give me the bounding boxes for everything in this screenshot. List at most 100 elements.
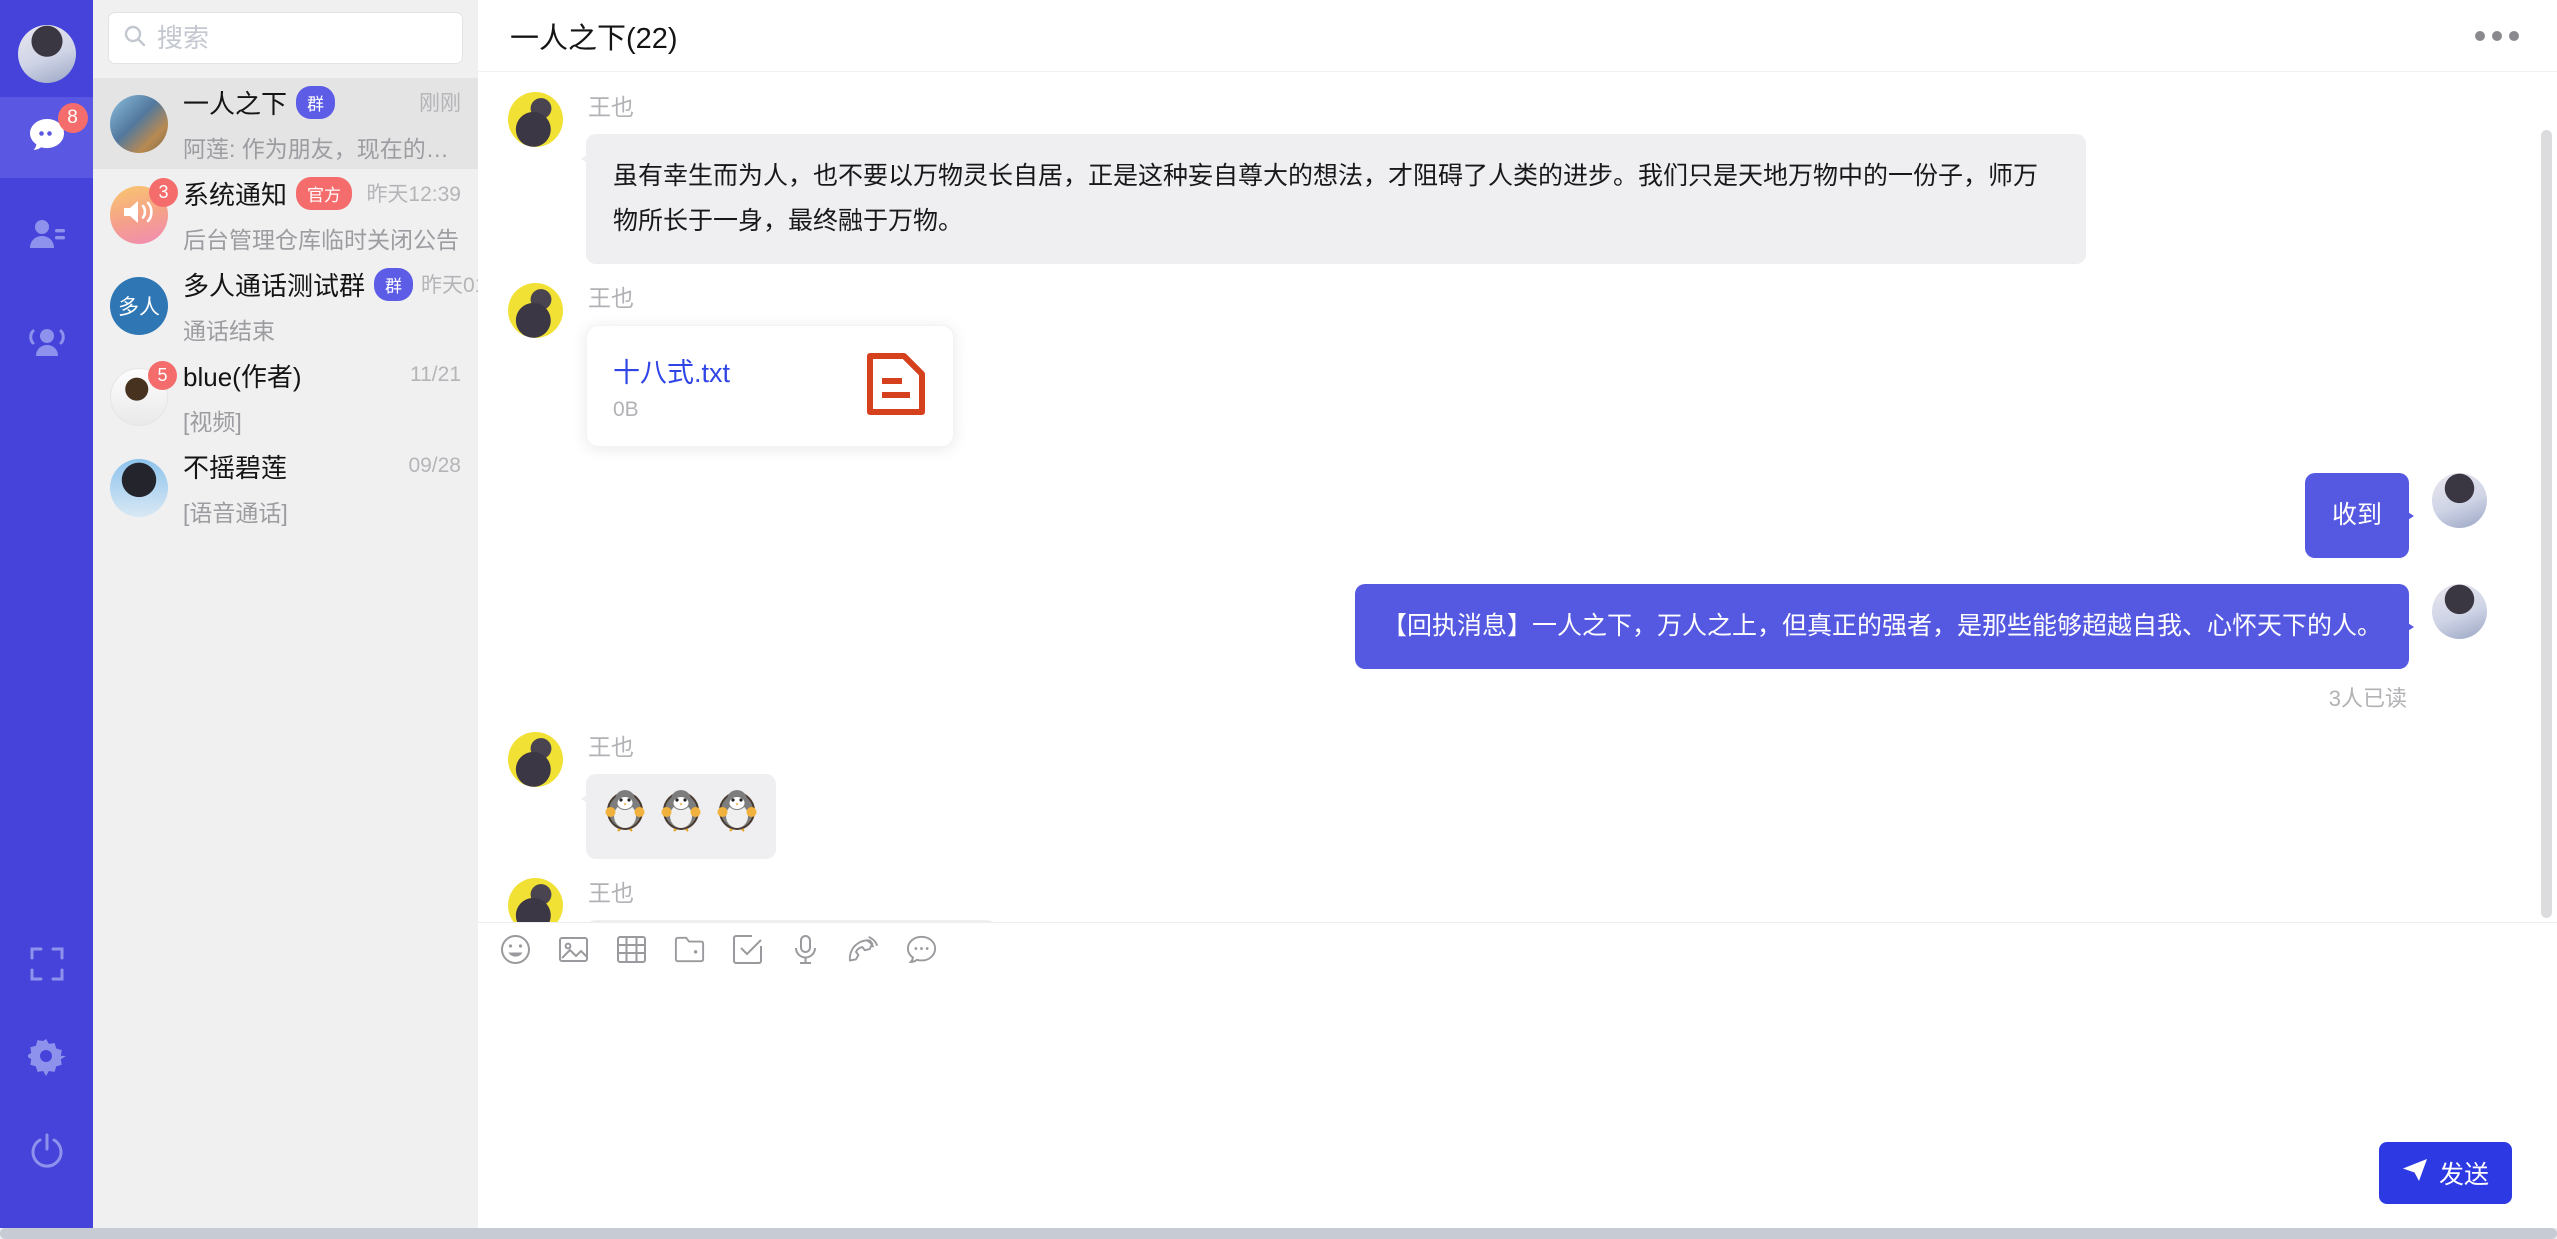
self-avatar[interactable] xyxy=(2432,473,2487,528)
message-list: 王也 虽有幸生而为人，也不要以万物灵长自居，正是这种妄自尊大的想法，才阻碍了人类… xyxy=(478,72,2557,922)
nav-fullscreen[interactable] xyxy=(0,927,93,1006)
search-icon xyxy=(123,24,147,53)
message-row: 王也 十八式.txt 0B xyxy=(508,279,2487,447)
main-layout: 8 xyxy=(0,0,2557,1228)
nav-rail: 8 xyxy=(0,0,93,1228)
image-button[interactable] xyxy=(558,934,589,965)
wangye-avatar[interactable] xyxy=(508,732,563,787)
conversation-time: 刚刚 xyxy=(411,87,461,117)
speaker-icon xyxy=(122,197,156,232)
sender-name: 王也 xyxy=(588,874,997,908)
nav-settings[interactable] xyxy=(0,1018,93,1101)
conversation-title: 一人之下 xyxy=(183,84,287,121)
text-file-icon xyxy=(865,351,927,422)
fullscreen-icon xyxy=(30,947,64,986)
conversation-item[interactable]: 3 系统通知 官方 昨天12:39 后台管理仓库临时关闭公告 xyxy=(93,169,478,260)
conversation-title: 多人通话测试群 xyxy=(183,266,365,303)
sender-name: 王也 xyxy=(588,728,776,762)
conversation-preview: [语音通话] xyxy=(183,494,461,528)
penguin-sticker xyxy=(602,786,648,847)
conversation-item[interactable]: 一人之下 群 刚刚 阿莲: 作为朋友，现在的我没法... xyxy=(93,78,478,169)
screenshot-button[interactable] xyxy=(732,934,763,965)
chat-title: 一人之下(22) xyxy=(510,15,678,57)
power-icon xyxy=(29,1133,65,1174)
conversation-title: blue(作者) xyxy=(183,357,301,394)
gear-icon xyxy=(28,1038,66,1081)
nav-group-chats[interactable] xyxy=(0,303,93,384)
unread-badge: 5 xyxy=(148,361,177,390)
avatar-text: 多人 xyxy=(118,291,160,321)
message-input[interactable] xyxy=(478,976,2557,1136)
unread-badge: 3 xyxy=(149,178,178,207)
official-badge: 官方 xyxy=(296,177,352,210)
contacts-icon xyxy=(27,216,67,257)
conversation-time: 11/21 xyxy=(402,363,461,387)
conversation-time: 09/28 xyxy=(400,454,461,478)
composer-toolbar xyxy=(478,922,2557,976)
conversation-preview: 通话结束 xyxy=(183,312,461,346)
send-label: 发送 xyxy=(2439,1155,2489,1191)
voice-button[interactable] xyxy=(790,934,821,965)
composer-area: 发送 xyxy=(478,976,2557,1228)
buyaobilian-avatar xyxy=(110,459,168,517)
group-badge: 群 xyxy=(296,86,335,119)
chat-record-button[interactable] xyxy=(906,934,937,965)
message-bubble-own[interactable]: 收到 xyxy=(2305,473,2409,558)
search-box[interactable] xyxy=(108,12,463,64)
chat-panel: 一人之下(22) 王也 虽有幸生而为人，也不要以万物灵长自居，正是这种妄自尊大的… xyxy=(478,0,2557,1228)
conversation-item[interactable]: 不摇碧莲 09/28 [语音通话] xyxy=(93,442,478,533)
read-receipt: 3人已读 xyxy=(2329,681,2407,713)
horizontal-scrollbar[interactable] xyxy=(0,1228,2557,1239)
conversation-preview: [视频] xyxy=(183,403,461,437)
group-avatar xyxy=(110,95,168,153)
messages-scrollbar[interactable] xyxy=(2541,130,2552,918)
sender-name: 王也 xyxy=(588,279,954,313)
user-avatar[interactable] xyxy=(18,25,76,83)
conversation-item[interactable]: 5 blue(作者) 11/21 [视频] xyxy=(93,351,478,442)
file-message-card[interactable]: 十八式.txt 0B xyxy=(586,325,954,447)
message-row: 王也 xyxy=(508,728,2487,859)
wangye-avatar[interactable] xyxy=(508,92,563,147)
emoji-button[interactable] xyxy=(500,934,531,965)
call-button[interactable] xyxy=(848,934,879,965)
message-row-own: 收到 xyxy=(508,473,2487,558)
conversation-title: 系统通知 xyxy=(183,175,287,212)
wangye-avatar[interactable] xyxy=(508,878,563,922)
file-button[interactable] xyxy=(674,934,705,965)
system-notice-avatar: 3 xyxy=(110,186,168,244)
nav-chat[interactable]: 8 xyxy=(0,97,93,178)
message-row: 王也 过去无可挽回，未来可以改变 。 xyxy=(508,874,2487,922)
conversation-time: 昨天12:39 xyxy=(358,178,461,208)
send-button[interactable]: 发送 xyxy=(2379,1142,2512,1204)
chat-menu-button[interactable] xyxy=(2469,25,2525,47)
chat-header: 一人之下(22) xyxy=(478,0,2557,72)
file-size: 0B xyxy=(613,398,847,422)
conversation-title: 不摇碧莲 xyxy=(183,448,287,485)
sender-name: 王也 xyxy=(588,88,2086,122)
conversation-preview: 阿莲: 作为朋友，现在的我没法... xyxy=(183,130,461,164)
nav-contacts[interactable] xyxy=(0,196,93,277)
message-row-own: 【回执消息】一人之下，万人之上，但真正的强者，是那些能够超越自我、心怀天下的人。… xyxy=(508,584,2487,713)
blue-avatar: 5 xyxy=(110,368,168,426)
conversation-item[interactable]: 多人 多人通话测试群 群 昨天01:29 通话结束 xyxy=(93,260,478,351)
paper-plane-icon xyxy=(2402,1158,2428,1189)
message-bubble[interactable]: 过去无可挽回，未来可以改变 。 xyxy=(586,920,997,922)
conversation-preview: 后台管理仓库临时关闭公告 xyxy=(183,221,461,255)
group-badge: 群 xyxy=(374,268,413,301)
conversation-list: 一人之下 群 刚刚 阿莲: 作为朋友，现在的我没法... 3 系统通知 xyxy=(93,0,478,1228)
search-input[interactable] xyxy=(157,23,448,54)
group-icon xyxy=(25,323,69,364)
self-avatar[interactable] xyxy=(2432,584,2487,639)
chat-bubble-icon xyxy=(28,140,66,157)
message-bubble-own[interactable]: 【回执消息】一人之下，万人之上，但真正的强者，是那些能够超越自我、心怀天下的人。 xyxy=(1355,584,2409,669)
file-name[interactable]: 十八式.txt xyxy=(613,351,847,390)
im-app-window: 8 xyxy=(0,0,2557,1239)
nav-power[interactable] xyxy=(0,1113,93,1194)
chat-unread-badge: 8 xyxy=(58,103,88,133)
message-bubble[interactable]: 虽有幸生而为人，也不要以万物灵长自居，正是这种妄自尊大的想法，才阻碍了人类的进步… xyxy=(586,134,2086,264)
wangye-avatar[interactable] xyxy=(508,283,563,338)
message-row: 王也 虽有幸生而为人，也不要以万物灵长自居，正是这种妄自尊大的想法，才阻碍了人类… xyxy=(508,88,2487,264)
video-button[interactable] xyxy=(616,934,647,965)
sticker-message-bubble[interactable] xyxy=(586,774,776,859)
horizontal-scrollbar-thumb[interactable] xyxy=(0,1228,2557,1239)
